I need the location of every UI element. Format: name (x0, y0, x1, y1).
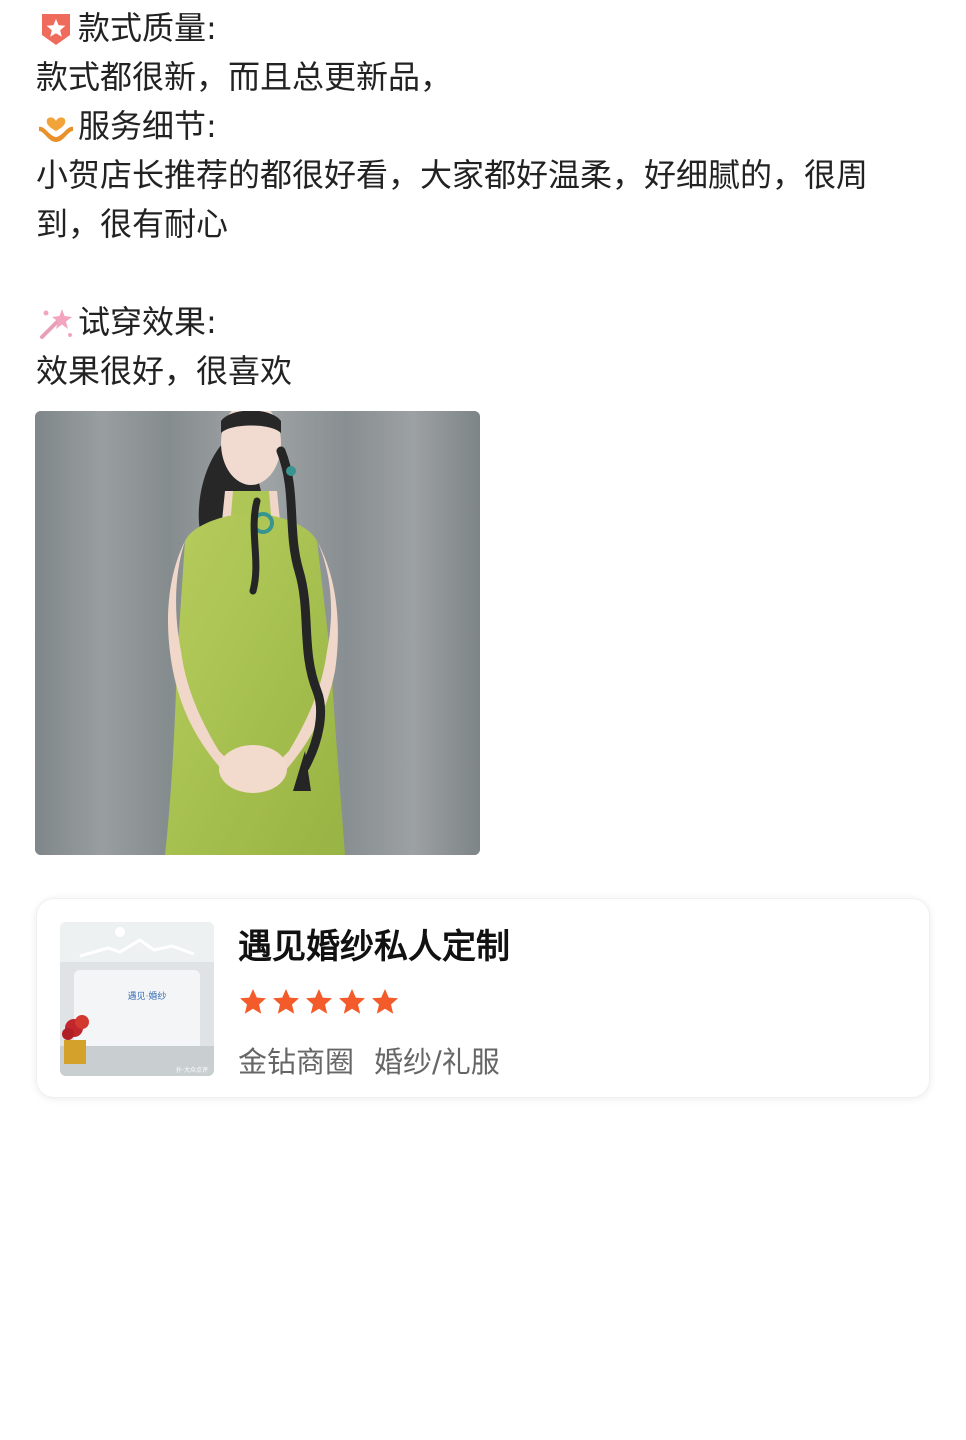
quality-heading: 款式质量: (78, 9, 217, 47)
thumb-sign-text: 遇见·婚纱 (128, 990, 167, 1002)
star-icon (306, 989, 332, 1014)
shop-meta: 金钻商圈 婚纱/礼服 (238, 1039, 500, 1081)
effect-heading-line: 试穿效果: (36, 298, 930, 347)
star-icon (240, 989, 266, 1014)
star-icon (273, 989, 299, 1014)
shop-thumbnail[interactable]: 遇见·婚纱 扑·大众点评 (60, 922, 214, 1076)
shop-area: 金钻商圈 (238, 1045, 355, 1079)
photo-illustration (35, 411, 480, 855)
heart-hands-icon (39, 116, 73, 142)
quality-heading-line: 款式质量: (36, 4, 930, 53)
effect-text: 效果很好，很喜欢 (36, 352, 293, 390)
effect-heading: 试穿效果: (78, 303, 217, 341)
shop-category: 婚纱/礼服 (374, 1045, 500, 1079)
shop-thumbnail-image: 遇见·婚纱 扑·大众点评 (60, 922, 214, 1076)
review-content: 款式质量: 款式都很新，而且总更新品， 服务细节: 小贺店长推荐的都很好看，大家… (36, 4, 930, 396)
service-text: 小贺店长推荐的都很好看，大家都好温柔，好细腻的，很周到，很有耐心 (36, 156, 869, 243)
sparkle-wand-icon (40, 308, 72, 339)
star-icon (372, 989, 398, 1014)
shop-name[interactable]: 遇见婚纱私人定制 (238, 919, 510, 968)
service-heading-line: 服务细节: (36, 102, 930, 151)
review-photo[interactable] (35, 411, 480, 855)
quality-text: 款式都很新，而且总更新品， (36, 58, 453, 96)
star-icon (339, 989, 365, 1014)
shop-card[interactable]: 遇见·婚纱 扑·大众点评 遇见婚纱私人定制 金钻商圈 婚纱/礼服 (36, 898, 930, 1098)
service-heading: 服务细节: (78, 107, 217, 145)
thumb-watermark: 扑·大众点评 (176, 1066, 208, 1074)
shop-rating (238, 987, 400, 1017)
star-badge-icon (42, 13, 70, 45)
